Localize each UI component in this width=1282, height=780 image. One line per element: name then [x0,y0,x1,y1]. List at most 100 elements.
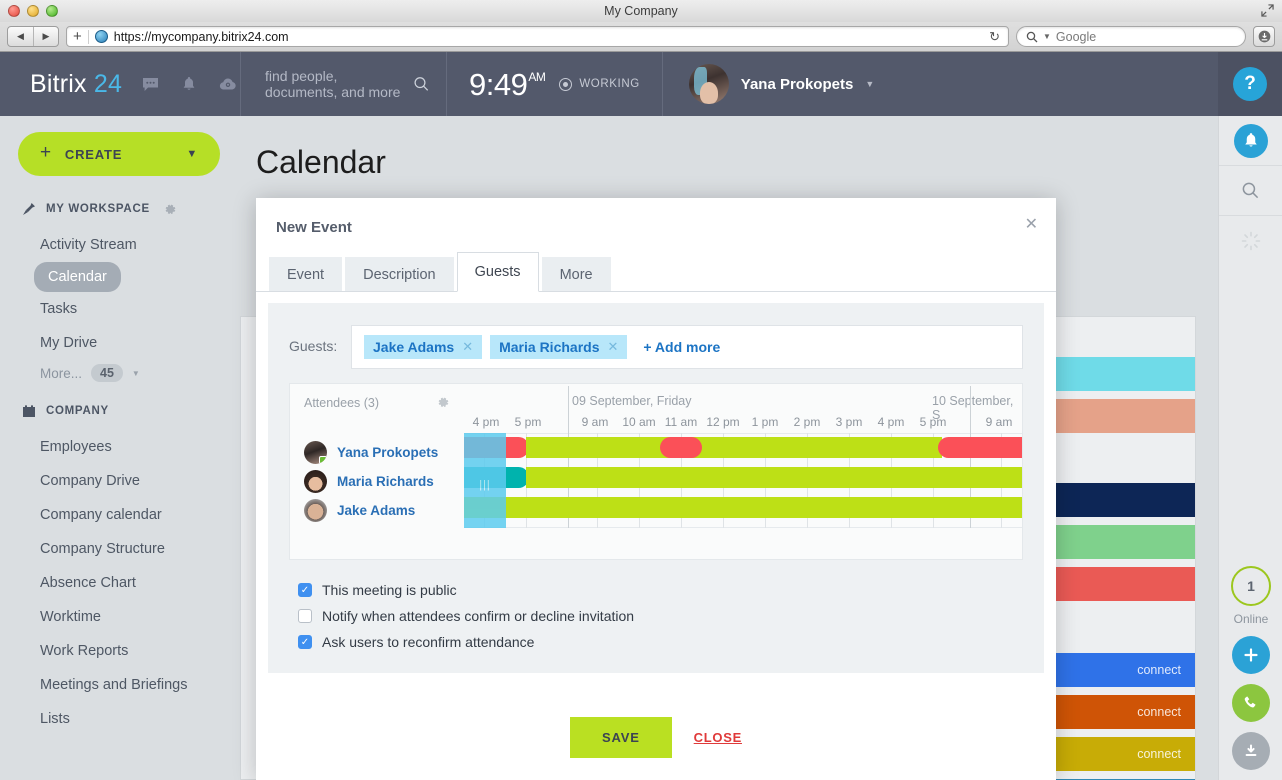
chevron-down-icon[interactable]: ▼ [132,369,140,378]
sidebar-item-company-structure[interactable]: Company Structure [0,532,240,566]
cancel-button[interactable]: CLOSE [694,730,742,745]
notifications-icon[interactable] [182,76,196,92]
checkbox-notify[interactable] [298,609,312,623]
avatar [304,499,327,522]
sidebar-item-meetings-and-briefings[interactable]: Meetings and Briefings [0,668,240,702]
page-title: Calendar [256,144,386,180]
phone-icon[interactable] [1232,684,1270,722]
sidebar-more-row[interactable]: More... 45 ▼ [0,360,240,386]
browser-search-placeholder: Google [1055,29,1097,44]
help-button[interactable]: ? [1233,67,1267,101]
reload-icon[interactable]: ↻ [989,29,1002,45]
guest-chip-name: Jake Adams [373,339,455,355]
guest-chip[interactable]: Maria Richards ✕ [490,335,628,359]
save-button[interactable]: SAVE [570,716,672,758]
scheduler-hour-label: 5 pm [919,415,947,429]
sidebar-item-employees[interactable]: Employees [0,430,240,464]
nav-group-workspace: MY WORKSPACE Activity Stream Calendar Ta… [0,202,240,386]
close-window-button[interactable] [8,5,20,17]
url-text[interactable]: https://mycompany.bitrix24.com [114,30,983,44]
sidebar-item-company-drive[interactable]: Company Drive [0,464,240,498]
gear-icon[interactable] [164,203,177,216]
download-icon[interactable] [1232,732,1270,770]
minimize-window-button[interactable] [27,5,39,17]
calendar-bar-connect[interactable]: connect [1137,747,1181,761]
tab-description[interactable]: Description [345,257,454,291]
option-row-notify[interactable]: Notify when attendees confirm or decline… [298,603,1023,629]
sidebar-item-my-drive[interactable]: My Drive [0,326,240,360]
new-tab-button[interactable]: + [73,29,82,44]
tab-event[interactable]: Event [269,257,343,291]
remove-chip-icon[interactable]: ✕ [607,339,618,355]
free-block [464,497,1022,518]
status-badge[interactable]: WORKING [559,77,639,91]
sidebar-item-worktime[interactable]: Worktime [0,600,240,634]
tab-guests[interactable]: Guests [456,252,539,292]
sidebar-item-tasks[interactable]: Tasks [0,292,240,326]
download-icon[interactable] [1253,26,1275,47]
scheduler-attendee-row[interactable]: Maria Richards [290,470,464,493]
modal-body: Guests: Jake Adams ✕ Maria Richards ✕ + … [256,292,1056,673]
nav-buttons[interactable]: ◀ ▶ [7,26,59,47]
right-rail-search[interactable] [1218,166,1282,216]
sidebar-item-work-reports[interactable]: Work Reports [0,634,240,668]
worktime-clock[interactable]: 9:49 AM WORKING [447,52,662,116]
fullscreen-icon[interactable] [1261,4,1274,17]
create-button[interactable]: + CREATE ▼ [18,132,220,176]
back-arrow-icon[interactable]: ◀ [8,27,33,46]
nav-group-company: COMPANY Employees Company Drive Company … [0,404,240,736]
sidebar-item-company-calendar[interactable]: Company calendar [0,498,240,532]
global-search[interactable]: find people, documents, and more [241,52,446,116]
avatar[interactable] [688,64,729,104]
add-more-button[interactable]: + Add more [643,339,720,355]
nav-group-header: MY WORKSPACE [0,202,240,216]
zoom-window-button[interactable] [46,5,58,17]
guests-row: Guests: Jake Adams ✕ Maria Richards ✕ + … [289,325,1023,369]
chevron-down-icon[interactable]: ▼ [865,79,874,89]
guest-chip[interactable]: Jake Adams ✕ [364,335,483,359]
time-selection-handle[interactable]: ||| [464,433,506,528]
sidebar-item-absence-chart[interactable]: Absence Chart [0,566,240,600]
guests-input[interactable]: Jake Adams ✕ Maria Richards ✕ + Add more [351,325,1023,369]
tab-more[interactable]: More [541,257,611,291]
scheduler-grid[interactable]: ||| [464,433,1022,528]
sidebar-item-calendar[interactable]: Calendar [34,262,121,292]
checkbox-public[interactable]: ✓ [298,583,312,597]
forward-arrow-icon[interactable]: ▶ [33,27,58,46]
url-bar[interactable]: + https://mycompany.bitrix24.com ↻ [66,26,1009,47]
attendee-name[interactable]: Yana Prokopets [337,445,438,460]
sidebar-item-activity-stream[interactable]: Activity Stream [0,228,240,262]
avatar [304,470,327,493]
option-row-public[interactable]: ✓ This meeting is public [298,577,1023,603]
close-icon[interactable]: ✕ [1025,217,1038,233]
calendar-bar-connect[interactable]: connect [1137,663,1181,677]
nav-group-header: COMPANY [0,404,240,418]
attendee-name[interactable]: Maria Richards [337,474,434,489]
browser-search-input[interactable]: ▼ Google [1016,26,1246,47]
calendar-bar-connect[interactable]: connect [1137,705,1181,719]
user-menu[interactable]: Yana Prokopets ▼ [663,52,1218,116]
remove-chip-icon[interactable]: ✕ [462,339,473,355]
plus-icon[interactable] [1232,636,1270,674]
search-icon[interactable] [413,72,430,96]
right-rail-notifications[interactable] [1218,116,1282,166]
checkbox-reconfirm[interactable]: ✓ [298,635,312,649]
app-logo[interactable]: Bitrix 24 [0,52,240,116]
cloud-icon[interactable] [219,77,237,91]
option-row-reconfirm[interactable]: ✓ Ask users to reconfirm attendance [298,629,1023,655]
option-label: This meeting is public [322,582,457,598]
bell-icon[interactable] [1233,123,1268,158]
drag-handle-icon[interactable]: ||| [479,479,491,491]
sidebar-item-lists[interactable]: Lists [0,702,240,736]
nav-group-title: MY WORKSPACE [46,203,150,215]
messages-icon[interactable] [142,77,159,92]
attendee-name[interactable]: Jake Adams [337,503,415,518]
search-icon[interactable] [1241,181,1260,200]
gear-icon[interactable] [437,396,450,409]
scheduler-attendee-row[interactable]: Yana Prokopets [290,441,464,464]
busy-block [660,437,702,458]
online-count-badge[interactable]: 1 [1231,566,1271,606]
chevron-down-icon[interactable]: ▼ [186,148,198,160]
scheduler-attendee-row[interactable]: Jake Adams [290,499,464,522]
window-controls[interactable] [8,5,58,17]
